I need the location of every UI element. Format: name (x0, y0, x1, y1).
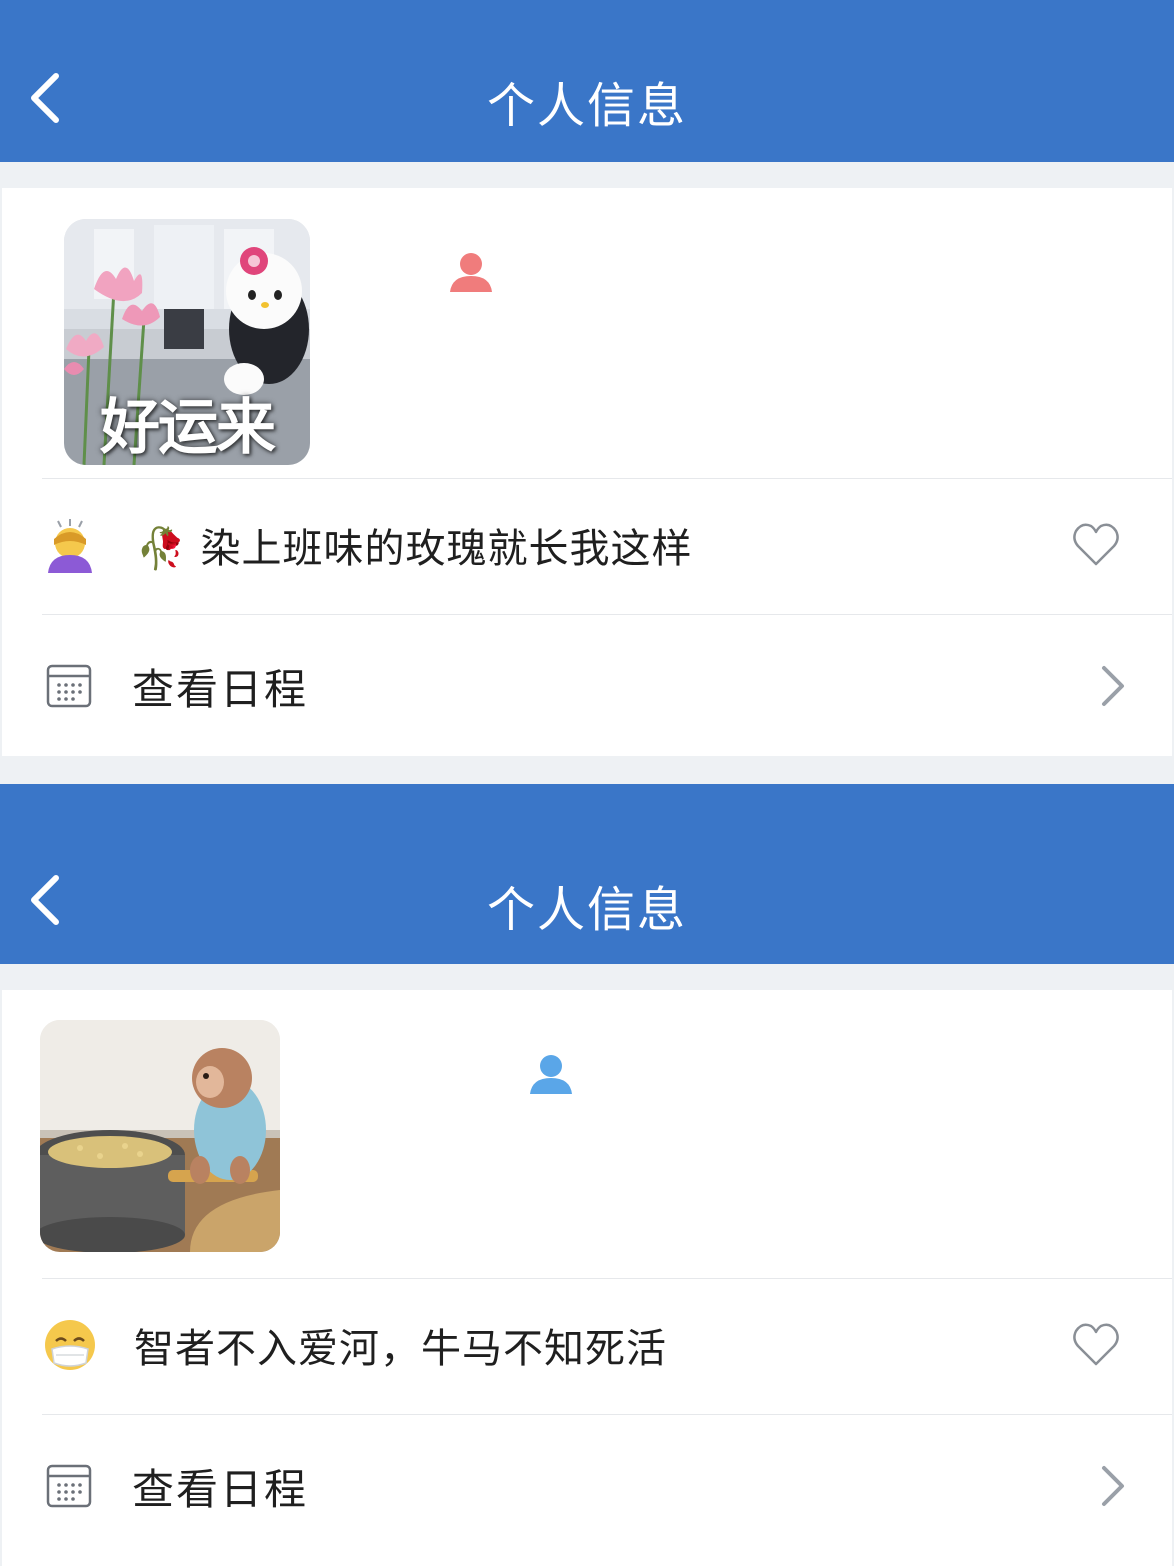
page-title: 个人信息 (486, 882, 687, 938)
avatar-image (40, 1020, 280, 1252)
profile-panel-1: 个人信息 好运来 🥀 染上班味的玫瑰就长我这样 查看日程 (0, 0, 1174, 780)
divider (42, 614, 1172, 615)
status-row: 智者不入爱河，牛马不知死活 (42, 1278, 1172, 1412)
status-text: 智者不入爱河，牛马不知死活 (134, 1326, 667, 1372)
chevron-right-icon (1102, 666, 1124, 706)
heart-icon[interactable] (1070, 518, 1122, 570)
calendar-icon (46, 664, 92, 708)
face-with-mask-emoji-icon (42, 1317, 98, 1373)
status-row: 🥀 染上班味的玫瑰就长我这样 (42, 478, 1172, 612)
person-icon (450, 253, 492, 292)
status-text: 🥀 染上班味的玫瑰就长我这样 (136, 526, 693, 572)
chevron-right-icon (1102, 1466, 1124, 1506)
calendar-icon (46, 1464, 92, 1508)
avatar-caption: 好运来 (100, 393, 276, 463)
woman-bowing-emoji-icon (42, 517, 98, 573)
divider (42, 1414, 1172, 1415)
heart-icon[interactable] (1070, 1318, 1122, 1370)
profile-panel-2: 个人信息 智者不入爱河，牛马不知死活 查看日程 (0, 784, 1174, 1566)
profile-card: 智者不入爱河，牛马不知死活 查看日程 (2, 990, 1172, 1566)
view-schedule-label: 查看日程 (132, 1464, 309, 1514)
view-schedule-row[interactable]: 查看日程 (42, 1416, 1172, 1556)
header-bar: 个人信息 (0, 784, 1174, 964)
person-icon (530, 1055, 572, 1094)
avatar[interactable] (40, 1020, 280, 1252)
page-title: 个人信息 (486, 78, 687, 134)
header-bar: 个人信息 (0, 0, 1174, 162)
view-schedule-label: 查看日程 (132, 664, 309, 714)
avatar[interactable]: 好运来 (64, 219, 310, 465)
view-schedule-row[interactable]: 查看日程 (42, 616, 1172, 756)
profile-card: 好运来 🥀 染上班味的玫瑰就长我这样 查看日程 (2, 188, 1172, 756)
